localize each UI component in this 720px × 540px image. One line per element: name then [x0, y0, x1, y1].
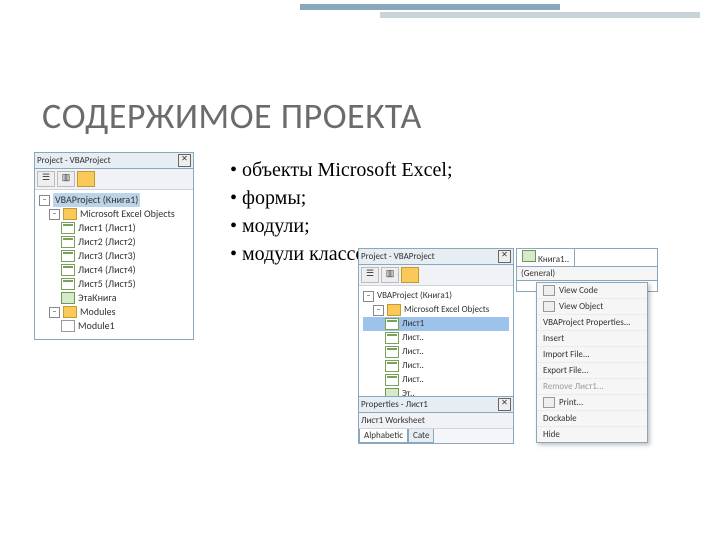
excel-objects-node[interactable]: Microsoft Excel Objects: [80, 207, 175, 221]
menu-insert[interactable]: Insert: [537, 331, 647, 347]
properties-object-combo[interactable]: Лист1 Worksheet: [359, 413, 513, 429]
panel-title-text: Project - VBAProject: [37, 155, 111, 166]
close-icon[interactable]: ✕: [498, 398, 511, 411]
project-node[interactable]: VBAProject (Книга1): [53, 193, 140, 207]
slide-title: СОДЕРЖИМОЕ ПРОЕКТА: [42, 94, 422, 138]
sheet-icon: [61, 236, 75, 248]
sheet-icon: [61, 264, 75, 276]
panel-title-text: Properties - Лист1: [361, 399, 428, 410]
sheet-node[interactable]: Лист2 (Лист2): [78, 235, 136, 249]
module-icon: [61, 320, 75, 332]
folder-icon: [63, 306, 77, 318]
collapse-icon[interactable]: −: [373, 305, 384, 316]
slide: СОДЕРЖИМОЕ ПРОЕКТА Project - VBAProject …: [0, 0, 720, 540]
view-code-icon[interactable]: ☰: [37, 171, 55, 187]
sheet-node[interactable]: Лист..: [402, 331, 424, 345]
tab-categorized[interactable]: Cate: [408, 429, 434, 443]
collapse-icon[interactable]: −: [39, 195, 50, 206]
sheet-icon: [61, 250, 75, 262]
project-explorer-panel: Project - VBAProject ✕ ☰ ▥ −VBAProject (…: [358, 248, 514, 414]
sheet-node[interactable]: Лист..: [402, 373, 424, 387]
workbook-icon: [61, 292, 75, 304]
collapse-icon[interactable]: −: [49, 307, 60, 318]
sheet-node[interactable]: Лист5 (Лист5): [78, 277, 136, 291]
menu-hide[interactable]: Hide: [537, 427, 647, 442]
sheet-icon: [385, 360, 399, 372]
project-tree[interactable]: −VBAProject (Книга1) −Microsoft Excel Ob…: [35, 190, 193, 339]
workbook-icon: [522, 250, 536, 262]
menu-view-object[interactable]: View Object: [537, 299, 647, 315]
code-icon: [543, 285, 555, 296]
sheet-icon: [385, 346, 399, 358]
sheet-node[interactable]: Лист3 (Лист3): [78, 249, 136, 263]
toggle-folders-icon[interactable]: [401, 267, 419, 283]
ide-screenshot: Project - VBAProject ✕ ☰ ▥ −VBAProject (…: [358, 248, 658, 444]
panel-titlebar: Properties - Лист1 ✕: [359, 397, 513, 413]
project-explorer-panel: Project - VBAProject ✕ ☰ ▥ −VBAProject (…: [34, 152, 194, 340]
project-node[interactable]: VBAProject (Книга1): [377, 289, 452, 303]
object-icon: [543, 301, 555, 312]
sheet-icon: [61, 278, 75, 290]
sheet-icon: [385, 332, 399, 344]
sheet-icon: [385, 374, 399, 386]
panel-titlebar: Project - VBAProject ✕: [35, 153, 193, 169]
sheet-node[interactable]: Лист..: [402, 345, 424, 359]
menu-export-file[interactable]: Export File...: [537, 363, 647, 379]
bullet-item: формы;: [230, 184, 453, 212]
menu-remove: Remove Лист1...: [537, 379, 647, 395]
sheet-node[interactable]: Лист..: [402, 359, 424, 373]
sheet-icon: [385, 318, 399, 330]
collapse-icon[interactable]: −: [363, 291, 374, 302]
folder-icon: [63, 208, 77, 220]
view-code-icon[interactable]: ☰: [361, 267, 379, 283]
sheet-icon: [61, 222, 75, 234]
object-combo[interactable]: (General): [517, 267, 657, 281]
panel-titlebar: Project - VBAProject ✕: [359, 249, 513, 265]
bullet-item: модули;: [230, 212, 453, 240]
bullet-item: объекты Microsoft Excel;: [230, 156, 453, 184]
properties-panel: Properties - Лист1 ✕ Лист1 Worksheet Alp…: [358, 396, 514, 444]
excel-objects-node[interactable]: Microsoft Excel Objects: [404, 303, 489, 317]
menu-project-properties[interactable]: VBAProject Properties...: [537, 315, 647, 331]
modules-node[interactable]: Modules: [80, 305, 116, 319]
editor-tab[interactable]: Книга1..: [517, 249, 575, 266]
menu-dockable[interactable]: Dockable: [537, 411, 647, 427]
close-icon[interactable]: ✕: [498, 250, 511, 263]
tab-alphabetic[interactable]: Alphabetic: [359, 429, 408, 443]
toggle-folders-icon[interactable]: [77, 171, 95, 187]
print-icon: [543, 397, 555, 408]
panel-toolbar: ☰ ▥: [35, 169, 193, 190]
sheet-node-selected[interactable]: Лист1: [402, 317, 424, 331]
collapse-icon[interactable]: −: [49, 209, 60, 220]
module-node[interactable]: Module1: [78, 319, 115, 333]
sheet-node[interactable]: Лист4 (Лист4): [78, 263, 136, 277]
sheet-node[interactable]: Лист1 (Лист1): [78, 221, 136, 235]
menu-import-file[interactable]: Import File...: [537, 347, 647, 363]
menu-print[interactable]: Print...: [537, 395, 647, 411]
panel-toolbar: ☰ ▥: [359, 265, 513, 286]
workbook-node[interactable]: ЭтаКнига: [78, 291, 117, 305]
panel-title-text: Project - VBAProject: [361, 251, 435, 262]
context-menu: View Code View Object VBAProject Propert…: [536, 282, 648, 443]
view-object-icon[interactable]: ▥: [381, 267, 399, 283]
folder-icon: [387, 304, 401, 316]
close-icon[interactable]: ✕: [178, 154, 191, 167]
decor-ruler: [300, 0, 720, 30]
view-object-icon[interactable]: ▥: [57, 171, 75, 187]
menu-view-code[interactable]: View Code: [537, 283, 647, 299]
project-tree[interactable]: −VBAProject (Книга1) −Microsoft Excel Ob…: [359, 286, 513, 413]
